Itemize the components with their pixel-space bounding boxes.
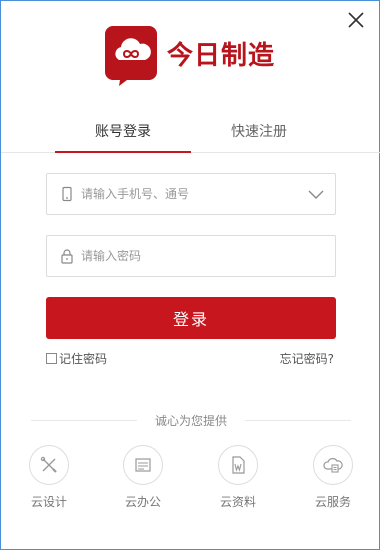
document-w-icon <box>218 445 258 485</box>
design-tools-icon <box>29 445 69 485</box>
service-cloud-design[interactable]: 云设计 <box>19 445 79 510</box>
checkbox-box[interactable] <box>46 352 57 364</box>
service-label: 云办公 <box>124 495 161 509</box>
phone-icon <box>59 186 75 202</box>
login-button[interactable]: 登录 <box>46 297 336 339</box>
service-cloud-office[interactable]: 云办公 <box>113 445 173 510</box>
forgot-password-link[interactable]: 忘记密码? <box>280 350 334 367</box>
office-list-icon <box>123 445 163 485</box>
brand-logo: 今日制造 <box>105 25 275 87</box>
service-cloud-service[interactable]: 云服务 <box>303 445 363 510</box>
login-window: 今日制造 账号登录 快速注册 登录 记住密码 忘记密码? 诚心为您提供 云设计 <box>0 0 380 550</box>
close-icon[interactable] <box>345 9 367 31</box>
cloud-logo-icon <box>105 26 157 86</box>
tab-account-login[interactable]: 账号登录 <box>55 119 191 153</box>
brand-name: 今日制造 <box>167 40 276 71</box>
login-tabs: 账号登录 快速注册 <box>1 119 380 153</box>
chevron-down-icon[interactable] <box>307 185 325 203</box>
account-field <box>46 173 336 215</box>
account-input[interactable] <box>81 182 301 206</box>
service-label: 云设计 <box>30 495 67 509</box>
services-title: 诚心为您提供 <box>137 412 245 429</box>
remember-password-label: 记住密码 <box>59 351 108 366</box>
tab-quick-register[interactable]: 快速注册 <box>191 119 327 152</box>
cloud-service-icon <box>313 445 353 485</box>
lock-icon <box>59 248 75 264</box>
service-label: 云服务 <box>314 495 351 509</box>
service-cloud-documents[interactable]: 云资料 <box>208 445 268 510</box>
remember-password-checkbox[interactable]: 记住密码 <box>46 350 107 366</box>
password-input[interactable] <box>81 244 301 268</box>
service-label: 云资料 <box>219 495 256 509</box>
password-field <box>46 235 336 277</box>
